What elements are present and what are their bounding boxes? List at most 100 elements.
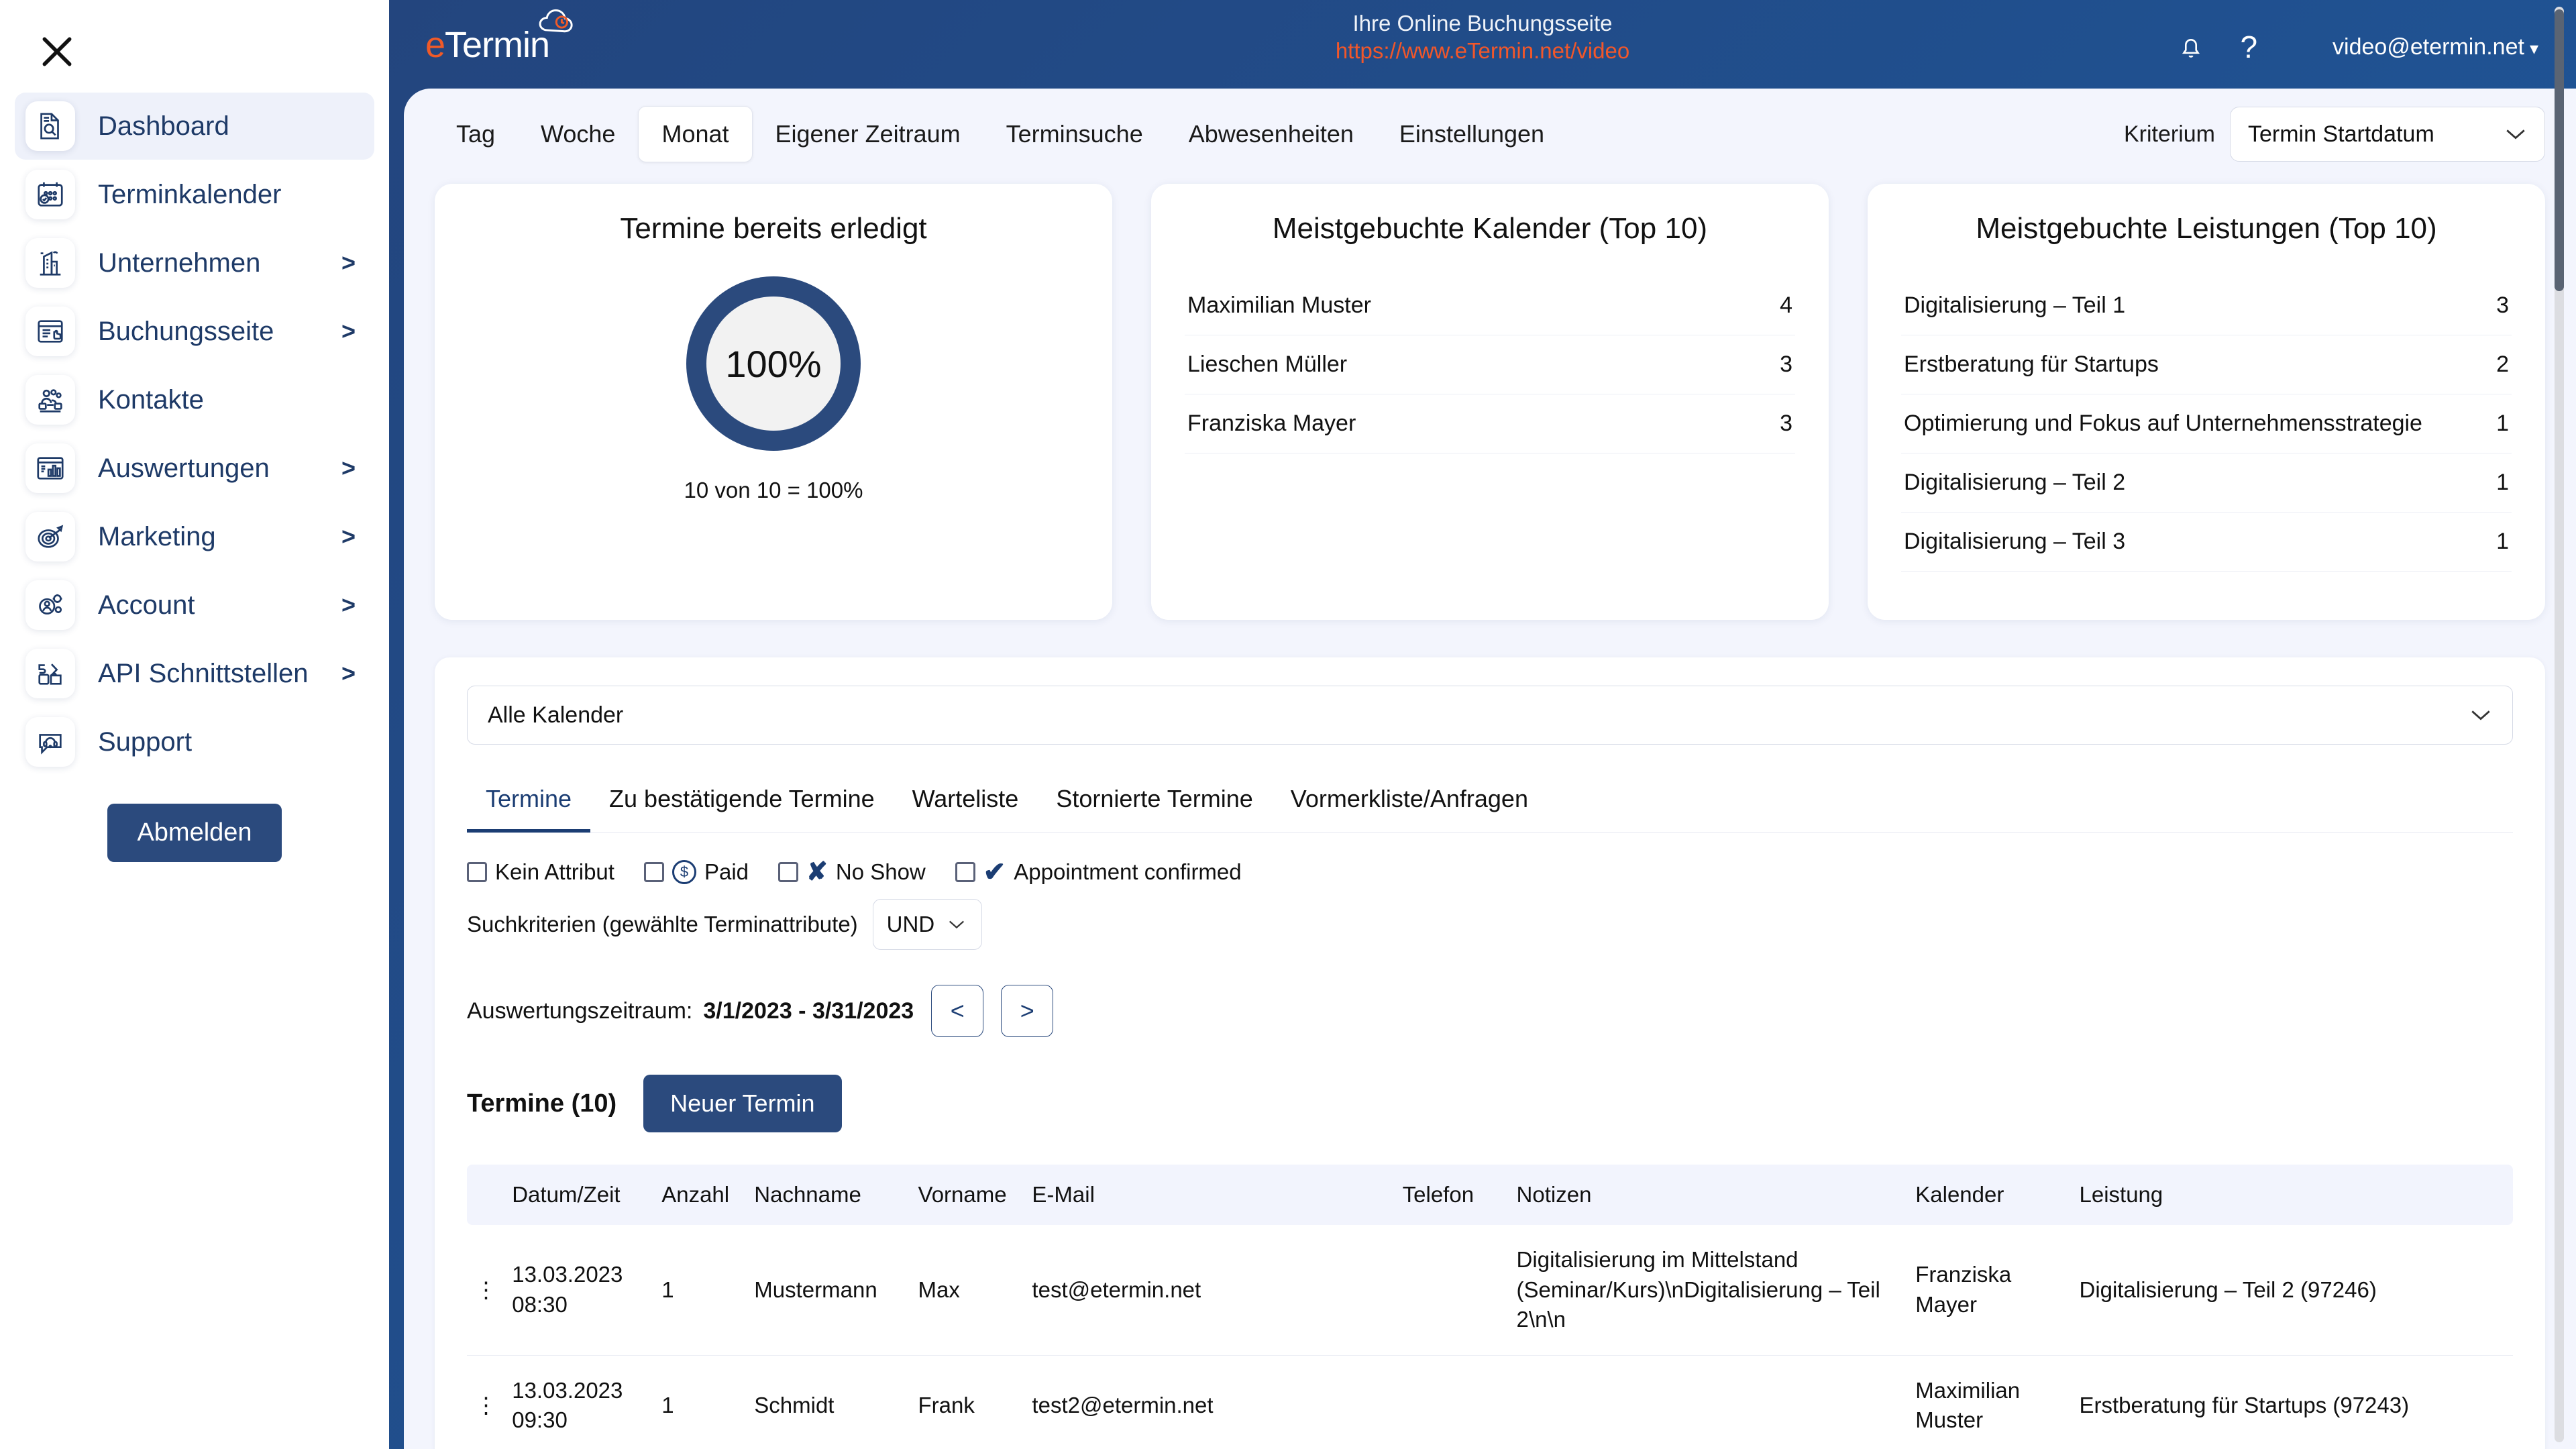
tab-tag[interactable]: Tag — [433, 107, 518, 162]
view-tabs: Tag Woche Monat Eigener Zeitraum Termins… — [404, 89, 2576, 177]
appointments-section: Alle Kalender Termine Zu bestätigende Te… — [435, 657, 2545, 1449]
sidebar-item-label: Buchungsseite — [98, 316, 274, 346]
filter-paid[interactable]: $ Paid — [643, 859, 749, 885]
logout-container: Abmelden — [0, 804, 389, 862]
checkbox-icon[interactable] — [467, 862, 487, 882]
checkbox-icon[interactable] — [955, 862, 975, 882]
donut-percent: 100% — [725, 342, 822, 385]
list-item: Franziska Mayer 3 — [1185, 394, 1795, 453]
col-notizen[interactable]: Notizen — [1508, 1165, 1908, 1225]
cloud-clock-icon — [539, 9, 573, 33]
chevron-right-icon: > — [341, 454, 356, 482]
sidebar-item-unternehmen[interactable]: Unternehmen > — [15, 229, 374, 297]
filter-label: No Show — [835, 859, 926, 884]
kriterium-select[interactable]: Termin Startdatum — [2230, 107, 2545, 162]
chevron-down-icon — [2506, 129, 2525, 140]
col-vorname[interactable]: Vorname — [910, 1165, 1024, 1225]
list-item: Digitalisierung – Teil 2 1 — [1901, 453, 2512, 513]
etermin-logo[interactable]: eTermin — [425, 9, 573, 66]
rank-name: Maximilian Muster — [1187, 292, 1371, 318]
filter-appointment-confirmed[interactable]: ✔ Appointment confirmed — [955, 859, 1242, 885]
filter-no-show[interactable]: ✘ No Show — [778, 859, 926, 885]
list-item: Digitalisierung – Teil 3 1 — [1901, 513, 2512, 572]
booking-page-url[interactable]: https://www.eTermin.net/video — [1336, 37, 1629, 64]
table-row[interactable]: ⋮ 13.03.2023 08:30 1 Mustermann Max test… — [467, 1225, 2513, 1356]
check-icon: ✔ — [983, 857, 1006, 887]
subtab-vormerkliste-anfragen[interactable]: Vormerkliste/Anfragen — [1272, 773, 1547, 833]
cell-telefon — [1394, 1355, 1509, 1449]
calendar-check-icon — [25, 170, 75, 219]
bell-icon[interactable] — [2177, 32, 2205, 62]
col-email[interactable]: E-Mail — [1024, 1165, 1395, 1225]
close-icon[interactable] — [20, 15, 94, 89]
cell-email: test2@etermin.net — [1024, 1355, 1395, 1449]
search-criteria-label: Suchkriterien (gewählte Terminattribute) — [467, 912, 858, 936]
rank-value: 2 — [2496, 352, 2509, 377]
col-kalender[interactable]: Kalender — [1907, 1165, 2072, 1225]
cell-notizen: Digitalisierung im Mittelstand (Seminar/… — [1508, 1225, 1908, 1356]
sidebar-item-kontakte[interactable]: Kontakte — [15, 366, 374, 433]
subtab-warteliste[interactable]: Warteliste — [894, 773, 1038, 833]
next-period-button[interactable]: > — [1001, 985, 1054, 1037]
calendar-filter-select[interactable]: Alle Kalender — [467, 686, 2513, 745]
rank-name: Erstberatung für Startups — [1904, 352, 2159, 377]
kriterium-group: Kriterium Termin Startdatum — [2124, 107, 2545, 162]
rank-name: Digitalisierung – Teil 1 — [1904, 292, 2126, 318]
checkbox-icon[interactable] — [778, 862, 799, 882]
search-operator-select[interactable]: UND — [872, 899, 983, 950]
calendar-filter-value: Alle Kalender — [488, 702, 624, 728]
subtab-stornierte-termine[interactable]: Stornierte Termine — [1037, 773, 1271, 833]
col-datum-zeit[interactable]: Datum/Zeit — [504, 1165, 654, 1225]
sidebar-item-label: Dashboard — [98, 111, 229, 141]
cell-leistung: Digitalisierung – Teil 2 (97246) — [2071, 1225, 2513, 1356]
list-item: Maximilian Muster 4 — [1185, 276, 1795, 335]
rank-list: Maximilian Muster 4 Lieschen Müller 3 Fr… — [1185, 276, 1795, 453]
new-appointment-button[interactable]: Neuer Termin — [643, 1075, 842, 1132]
sidebar-item-dashboard[interactable]: Dashboard — [15, 93, 374, 160]
sidebar-item-label: Marketing — [98, 521, 216, 551]
tab-monat[interactable]: Monat — [638, 106, 753, 162]
x-icon: ✘ — [806, 858, 828, 886]
booking-page-info: Ihre Online Buchungsseite https://www.eT… — [1336, 9, 1629, 65]
content-scroll-area: Tag Woche Monat Eigener Zeitraum Termins… — [404, 89, 2576, 1449]
booking-page-title: Ihre Online Buchungsseite — [1352, 11, 1613, 36]
tab-einstellungen[interactable]: Einstellungen — [1377, 107, 1567, 162]
table-head: Datum/Zeit Anzahl Nachname Vorname E-Mai… — [467, 1165, 2513, 1225]
sidebar-item-buchungsseite[interactable]: Buchungsseite > — [15, 298, 374, 365]
table-row[interactable]: ⋮ 13.03.2023 09:30 1 Schmidt Frank test2… — [467, 1355, 2513, 1449]
cell-nachname: Schmidt — [746, 1355, 910, 1449]
question-mark-icon[interactable]: ? — [2240, 32, 2257, 62]
card-top-leistungen: Meistgebuchte Leistungen (Top 10) Digita… — [1868, 184, 2545, 620]
user-menu[interactable]: video@etermin.net ▾ — [2332, 34, 2538, 60]
headset-chat-icon — [25, 717, 75, 767]
cell-kalender: Maximilian Muster — [1907, 1355, 2072, 1449]
filter-kein-attribut[interactable]: Kein Attribut — [467, 859, 614, 885]
col-leistung[interactable]: Leistung — [2071, 1165, 2513, 1225]
col-anzahl[interactable]: Anzahl — [653, 1165, 747, 1225]
tab-eigener-zeitraum[interactable]: Eigener Zeitraum — [753, 107, 983, 162]
account-gear-icon — [25, 580, 75, 630]
row-menu-icon[interactable]: ⋮ — [467, 1355, 504, 1449]
subtab-termine[interactable]: Termine — [467, 773, 591, 833]
card-title: Meistgebuchte Leistungen (Top 10) — [1976, 212, 2437, 245]
row-menu-icon[interactable]: ⋮ — [467, 1225, 504, 1356]
sidebar-item-account[interactable]: Account > — [15, 572, 374, 639]
tab-woche[interactable]: Woche — [518, 107, 638, 162]
sidebar-item-marketing[interactable]: Marketing > — [15, 503, 374, 570]
sidebar-item-support[interactable]: Support — [15, 708, 374, 775]
donut-chart: 100% 10 von 10 = 100% — [468, 276, 1079, 503]
logout-button[interactable]: Abmelden — [107, 804, 282, 862]
previous-period-button[interactable]: < — [931, 985, 984, 1037]
chevron-down-icon — [949, 920, 965, 929]
table-header-row: Datum/Zeit Anzahl Nachname Vorname E-Mai… — [467, 1165, 2513, 1225]
sidebar-item-auswertungen[interactable]: Auswertungen > — [15, 435, 374, 502]
tab-abwesenheiten[interactable]: Abwesenheiten — [1166, 107, 1377, 162]
tab-terminsuche[interactable]: Terminsuche — [983, 107, 1166, 162]
col-nachname[interactable]: Nachname — [746, 1165, 910, 1225]
sidebar-item-api-schnittstellen[interactable]: API Schnittstellen > — [15, 640, 374, 707]
subtab-zu-bestaetigende-termine[interactable]: Zu bestätigende Termine — [590, 773, 894, 833]
col-telefon[interactable]: Telefon — [1394, 1165, 1509, 1225]
scrollbar-thumb[interactable] — [2555, 9, 2564, 291]
sidebar-item-terminkalender[interactable]: Terminkalender — [15, 161, 374, 228]
checkbox-icon[interactable] — [643, 862, 664, 882]
